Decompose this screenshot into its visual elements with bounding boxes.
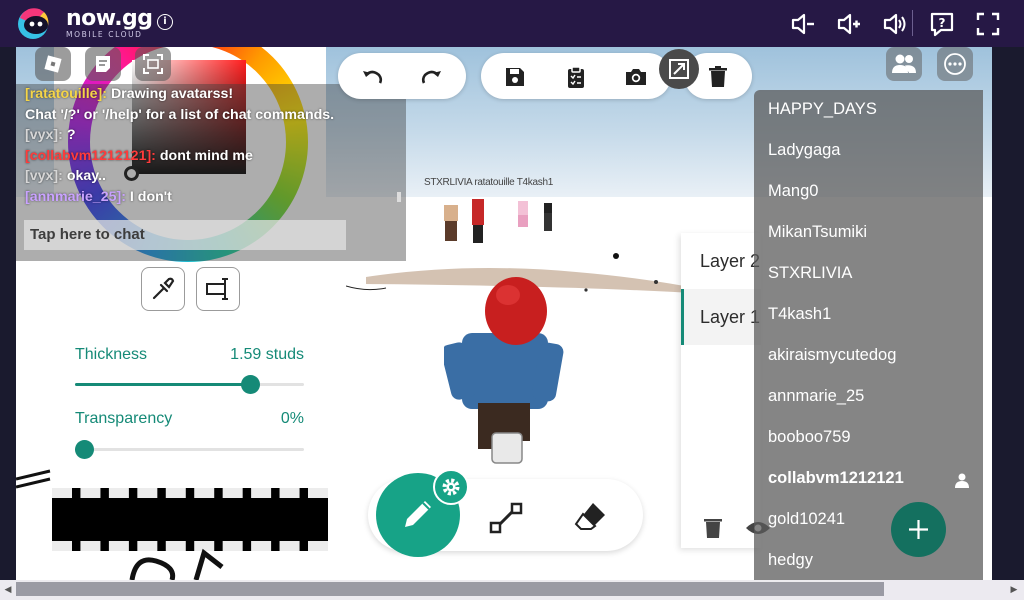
line-tool-icon[interactable] [489,501,523,535]
player-list-item[interactable]: gold10241 [768,510,845,529]
volume-down-icon[interactable] [790,11,816,37]
chat-message: [collabvm1212121]: dont mind me [25,148,253,164]
player-list-item-self[interactable]: collabvm1212121 [768,469,904,488]
svg-text:?: ? [939,16,946,30]
chat-message: [vyx]: okay.. [25,168,106,184]
transparency-slider[interactable] [75,440,304,459]
player-list-item[interactable]: STXRLIVIA [768,264,852,283]
roblox-menu-button[interactable] [35,47,71,81]
fullscreen-icon[interactable] [975,11,1001,37]
chat-message: [annmarie_25]: I don't [25,189,172,205]
eyedropper-icon [152,277,175,300]
players-button[interactable] [886,47,922,81]
thickness-value: 1.59 studs [230,346,304,363]
color-swatch-strip[interactable] [52,488,328,551]
screenshot-mode-button[interactable] [135,47,171,81]
transparency-label: Transparency [75,410,173,427]
chat-toggle-button[interactable] [85,47,121,81]
layer-item[interactable]: Layer 2 [681,233,761,289]
player-list-item[interactable]: akiraismycutedog [768,346,896,365]
chat-message: Chat '/?' or '/help' for a list of chat … [25,107,335,123]
scroll-left-icon[interactable]: ◀ [2,582,14,596]
world-nametag: STXRLIVIA ratatouille T4kash1 [424,177,553,188]
trash-icon[interactable] [706,65,730,89]
chat-input[interactable]: Tap here to chat [24,220,346,250]
chat-window: [ratatouille]: Drawing avatarss! Chat '/… [16,84,406,209]
host-top-bar: now.gg MOBILE CLOUD i ? [0,0,1024,47]
frame-icon [143,54,163,74]
pencil-icon [405,501,431,527]
camera-icon[interactable] [624,65,648,89]
player-list-item[interactable]: Mang0 [768,182,818,201]
toolbar-divider [912,10,913,36]
delete-layer-icon[interactable] [703,517,723,539]
more-dots-icon [944,53,966,75]
chat-message: [vyx]: ? [25,127,76,143]
player-list-item[interactable]: booboo759 [768,428,851,447]
brush-settings-button[interactable] [433,469,469,505]
clipboard-icon[interactable] [564,65,588,89]
player-list: HAPPY_DAYS Ladygaga Mang0 MikanTsumiki S… [754,90,983,580]
canvas-actions-toolbar [481,53,671,99]
add-layer-button[interactable] [891,502,946,557]
roblox-logo-icon [44,55,62,73]
player-list-item[interactable]: annmarie_25 [768,387,864,406]
help-icon[interactable]: ? [929,11,955,37]
more-options-button[interactable] [937,47,973,81]
drawn-stroke [129,548,224,580]
plus-icon [909,520,928,539]
chat-scrollbar[interactable] [397,192,401,202]
volume-icon[interactable] [882,11,908,37]
import-image-button[interactable] [659,49,699,89]
player-avatar [444,277,564,464]
distant-avatars [444,199,552,243]
undo-redo-toolbar [338,53,466,99]
thickness-slider-handle[interactable] [240,375,260,394]
chat-icon [96,56,110,72]
player-list-item[interactable]: T4kash1 [768,305,831,324]
redo-icon[interactable] [420,65,444,89]
layer-item-active[interactable]: Layer 1 [681,289,761,345]
scrollbar-thumb[interactable] [16,582,884,596]
player-list-item[interactable]: hedgy [768,551,813,570]
transparency-value: 0% [280,410,304,427]
text-cursor-icon [206,278,228,300]
person-icon [955,473,969,488]
nowgg-logo-icon [18,8,49,39]
scroll-right-icon[interactable]: ▶ [1008,582,1020,596]
chat-message: [ratatouille]: Drawing avatarss! [25,86,234,102]
undo-icon[interactable] [360,65,384,89]
player-list-item[interactable]: HAPPY_DAYS [768,100,877,119]
people-icon [892,54,916,73]
player-list-item[interactable]: Ladygaga [768,141,841,160]
game-viewport[interactable]: STXRLIVIA ratatouille T4kash1 Thickness … [16,47,992,580]
thickness-slider[interactable] [75,375,304,394]
save-icon[interactable] [503,65,527,89]
image-import-icon [669,59,689,79]
eraser-icon[interactable] [573,499,609,535]
brand-name: now.gg [66,6,153,31]
text-tool-button[interactable] [196,267,240,311]
player-list-item[interactable]: MikanTsumiki [768,223,867,242]
drawn-stroke [16,469,51,489]
layers-panel: Layer 2 Layer 1 [681,233,770,548]
thickness-label: Thickness [75,346,148,363]
gear-icon [442,478,460,496]
transparency-slider-handle[interactable] [75,440,94,459]
eyedropper-button[interactable] [141,267,185,311]
info-icon[interactable]: i [157,14,173,30]
volume-up-icon[interactable] [836,11,862,37]
horizontal-scrollbar[interactable]: ◀ ▶ [0,580,1024,600]
brand-subtitle: MOBILE CLOUD [66,30,143,39]
